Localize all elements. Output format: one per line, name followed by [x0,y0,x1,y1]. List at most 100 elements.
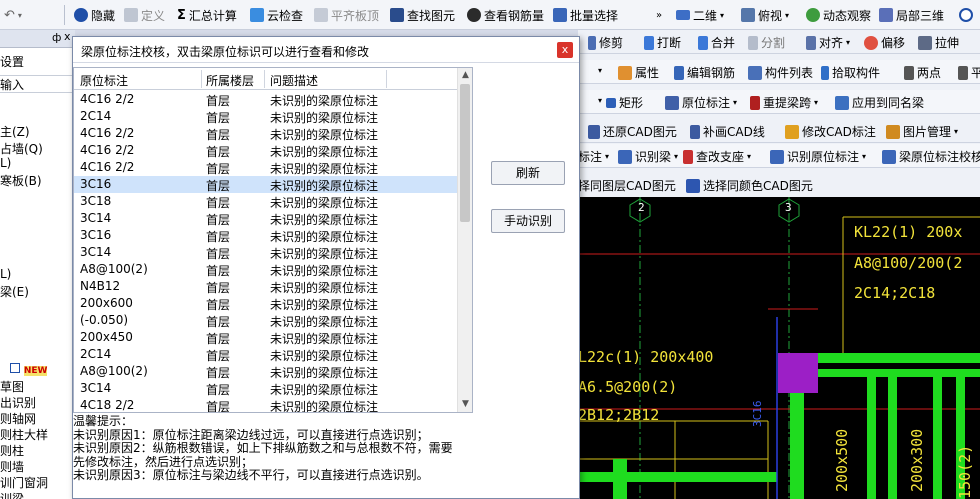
cloud-check-button[interactable]: 云检查 [250,6,303,24]
select-same-layer-button[interactable]: 择同图层CAD图元 [578,177,676,194]
hide-button[interactable]: 隐藏 [74,6,115,24]
nav-item-l2[interactable]: L) [0,267,11,281]
nav-item-column-detail[interactable]: 则柱大样 [0,426,48,443]
local-3d-button[interactable]: 局部三维 [879,6,944,24]
nav-item-column[interactable]: 主(Z) [0,123,30,140]
trim-button[interactable]: 修剪 [588,34,623,51]
define-button[interactable]: 定义 [124,6,165,24]
table-row[interactable]: 3C18 首层 未识别的梁原位标注 [74,193,458,210]
toolbar-overflow-button[interactable]: » [656,6,662,24]
mark-dropdown[interactable]: 标注 ▾ [578,148,609,165]
cell-mark: A8@100(2) [80,262,148,276]
support-icon [683,149,693,164]
two-point-button[interactable]: 两点 [904,64,941,81]
edit-cad-mark-button[interactable]: 修改CAD标注 [785,123,876,140]
view-rebar-qty-button[interactable]: 查看钢筋量 [467,6,544,24]
offset-button[interactable]: 偏移 [864,34,905,51]
nav-item-wall-recog[interactable]: 则墙 [0,458,24,475]
table-row[interactable]: N4B12 首层 未识别的梁原位标注 [74,278,458,295]
zoom-button[interactable] [959,6,973,24]
close-icon[interactable]: x [64,30,71,43]
restore-cad-button[interactable]: 还原CAD图元 [588,123,677,140]
property-button[interactable]: 属性 [618,64,659,81]
recognize-mark-dropdown[interactable]: 识别原位标注 ▾ [770,148,866,165]
new-item[interactable]: NEW [10,362,48,376]
scrollbar-thumb[interactable] [460,84,470,222]
table-row[interactable]: 4C16 2/2 首层 未识别的梁原位标注 [74,91,458,108]
nav-item-beam[interactable]: 梁(E) [0,283,29,300]
check-mark-button[interactable]: 梁原位标注校核 [882,148,980,165]
same-color-icon [686,178,700,193]
orbit-button[interactable]: 动态观察 [806,6,871,24]
summary-calc-button[interactable]: Σ 汇总计算 [177,6,237,24]
rectangle-button[interactable]: 矩形 [606,94,643,111]
cell-mark: 3C16 [80,228,112,242]
table-row[interactable]: 3C14 首层 未识别的梁原位标注 [74,380,458,397]
column-header-mark[interactable]: 原位标注 [80,72,128,89]
table-row[interactable]: A8@100(2) 首层 未识别的梁原位标注 [74,261,458,278]
nav-item-settings[interactable]: 设置 [0,53,24,70]
table-row[interactable]: 4C16 2/2 首层 未识别的梁原位标注 [74,142,458,159]
table-row[interactable]: 3C14 首层 未识别的梁原位标注 [74,210,458,227]
re-span-dropdown[interactable]: 重提梁跨 ▾ [750,94,818,111]
split-button[interactable]: 分割 [748,34,785,51]
table-row[interactable]: 200x450 首层 未识别的梁原位标注 [74,329,458,346]
nav-item-slab[interactable]: 寒板(B) [0,172,42,189]
table-row[interactable]: 4C18 2/2 首层 未识别的梁原位标注 [74,397,458,412]
top-view-dropdown[interactable]: 俯视 ▾ [741,6,789,24]
nav-item-sketch[interactable]: 草图 [0,378,24,395]
parallel-button[interactable]: 平 [958,64,980,81]
in-situ-mark-dropdown[interactable]: 原位标注 ▾ [665,94,737,111]
stretch-button[interactable]: 拉伸 [918,34,959,51]
component-list-button[interactable]: 构件列表 [748,64,813,81]
refresh-button[interactable]: 刷新 [491,161,565,185]
table-row[interactable]: 200x600 首层 未识别的梁原位标注 [74,295,458,312]
image-manage-dropdown[interactable]: 图片管理 ▾ [886,123,958,140]
table-row[interactable]: 2C14 首层 未识别的梁原位标注 [74,346,458,363]
column-header-issue[interactable]: 问题描述 [270,72,318,89]
2d-icon [676,10,690,20]
table-row[interactable]: A8@100(2) 首层 未识别的梁原位标注 [74,363,458,380]
table-row[interactable]: 4C16 2/2 首层 未识别的梁原位标注 [74,125,458,142]
table-row[interactable]: 3C16 首层 未识别的梁原位标注 [74,227,458,244]
batch-select-button[interactable]: 批量选择 [553,6,618,24]
draw-cad-line-button[interactable]: 补画CAD线 [690,123,765,140]
mark-check-list[interactable]: 原位标注 所属楼层 问题描述 4C16 2/2 首层 未识别的梁原位标注 2C14 首层… [73,67,473,413]
scroll-down-icon[interactable]: ▼ [458,397,472,412]
view-2d-dropdown[interactable]: 二维 ▾ [676,6,724,24]
nav-item-column-recog[interactable]: 则柱 [0,442,24,459]
merge-button[interactable]: 合并 [698,34,735,51]
table-row[interactable]: (-0.050) 首层 未识别的梁原位标注 [74,312,458,329]
scroll-up-icon[interactable]: ▲ [458,68,472,83]
find-element-button[interactable]: 查找图元 [390,6,455,24]
break-button[interactable]: 打断 [644,34,681,51]
select-same-color-button[interactable]: 选择同颜色CAD图元 [686,177,813,194]
undo-button[interactable]: ↶ ▾ [4,6,22,24]
nav-item-door-window[interactable]: 训门窗洞 [0,474,48,491]
column-header-floor[interactable]: 所属楼层 [206,72,254,89]
table-row[interactable]: 3C16 首层 未识别的梁原位标注 [74,176,458,193]
nav-item-beam-recog[interactable]: 训梁 [0,490,24,499]
apply-same-name-beam-button[interactable]: 应用到同名梁 [835,94,924,111]
table-row[interactable]: 3C14 首层 未识别的梁原位标注 [74,244,458,261]
nav-item-recognize[interactable]: 出识别 [0,394,36,411]
cell-mark: 3C14 [80,211,112,225]
dialog-close-button[interactable]: x [557,42,573,58]
table-row[interactable]: 4C16 2/2 首层 未识别的梁原位标注 [74,159,458,176]
pick-component-button[interactable]: 拾取构件 [821,64,880,81]
edit-rebar-button[interactable]: 编辑钢筋 [674,64,735,81]
nav-item-input[interactable]: 输入 [0,75,75,93]
recognize-beam-dropdown[interactable]: 识别梁 ▾ [618,148,678,165]
nav-item-axis[interactable]: 则轴网 [0,410,36,427]
support-dropdown[interactable]: 查改支座 ▾ [683,148,751,165]
nav-item-l1[interactable]: L) [0,156,11,170]
cad-drawing-canvas[interactable]: 2 3 KL22(1) 200x A8@100/200(2 2C14;2C18 … [578,197,980,499]
align-dropdown[interactable]: 对齐 ▾ [806,34,850,51]
manual-recognize-button[interactable]: 手动识别 [491,209,565,233]
align-slab-top-button[interactable]: 平齐板顶 [314,6,379,24]
list-scrollbar[interactable]: ▲ ▼ [457,68,472,412]
pin-icon[interactable]: ф [52,31,61,44]
table-row[interactable]: 2C14 首层 未识别的梁原位标注 [74,108,458,125]
nav-item-wall[interactable]: 占墙(Q) [0,140,43,157]
cell-issue: 未识别的梁原位标注 [270,111,379,125]
